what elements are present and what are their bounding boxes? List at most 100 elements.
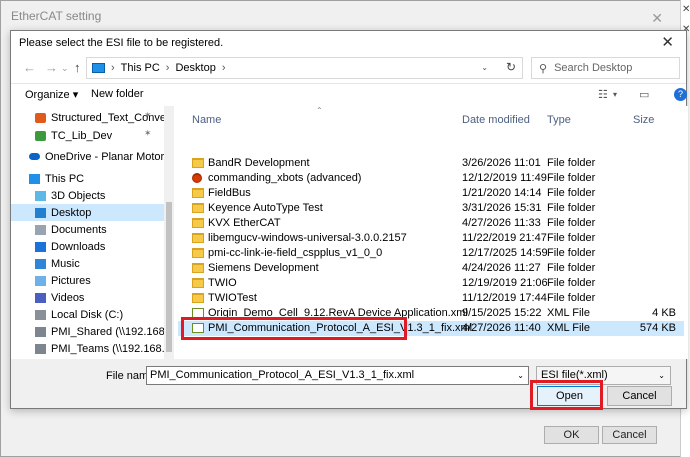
file-row[interactable]: FieldBus 1/21/2020 14:14 File folder <box>178 186 684 201</box>
ethercat-window-title: EtherCAT setting <box>11 9 102 23</box>
column-header-date[interactable]: Date modified <box>462 114 530 126</box>
file-name: TWIO <box>208 277 237 289</box>
address-bar[interactable]: › This PC › Desktop › ⌄ ↻ <box>86 57 523 79</box>
file-date: 11/22/2019 21:47 <box>462 232 547 244</box>
forward-arrow-icon[interactable]: → <box>45 60 58 75</box>
file-row[interactable]: BandR Development 3/26/2026 11:01 File fol… <box>178 156 684 171</box>
network-drive-icon <box>35 343 46 354</box>
address-row: ← → ⌄ ↑ › This PC › Desktop › ⌄ ↻ ⚲ Sear… <box>11 54 686 84</box>
ethercat-cancel-button[interactable]: Cancel <box>602 426 657 444</box>
file-date: 4/27/2026 11:40 <box>462 322 541 334</box>
file-type: File folder <box>547 217 596 229</box>
file-row[interactable]: Siemens Development 4/24/2026 11:27 File f… <box>178 261 684 276</box>
file-date: 1/21/2020 14:14 <box>462 187 542 199</box>
breadcrumb-this-pc[interactable]: This PC <box>121 62 160 74</box>
file-type: File folder <box>547 292 596 304</box>
open-file-dialog: Please select the ESI file to be registe… <box>10 30 688 410</box>
desktop-icon <box>35 207 46 218</box>
downloads-icon <box>35 241 46 252</box>
onedrive-icon <box>29 153 40 160</box>
file-row[interactable]: TWIO 12/19/2019 21:06 File folder <box>178 276 684 291</box>
pinned-app-icon <box>35 112 46 123</box>
column-header-size[interactable]: Size <box>633 114 654 126</box>
nav-item-pmi-shared[interactable]: PMI_Shared (\\192.168.1.65) <box>11 323 164 340</box>
refresh-icon[interactable]: ↻ <box>506 60 516 74</box>
organize-button[interactable]: Organize ▾ <box>25 88 78 101</box>
highlight-box-open-button <box>530 380 603 410</box>
nav-item-downloads[interactable]: Downloads <box>11 238 164 255</box>
nav-scrollbar-thumb[interactable] <box>166 202 172 352</box>
file-name: commanding_xbots (advanced) <box>208 172 362 184</box>
breadcrumb-desktop[interactable]: Desktop <box>175 62 215 74</box>
folder-icon <box>192 248 204 258</box>
column-header-type[interactable]: Type <box>547 114 571 126</box>
nav-item-pictures[interactable]: Pictures <box>11 272 164 289</box>
file-type: File folder <box>547 262 596 274</box>
file-type: File folder <box>547 187 596 199</box>
search-placeholder: Search Desktop <box>554 62 633 74</box>
ethercat-ok-button[interactable]: OK <box>544 426 599 444</box>
filename-input[interactable]: PMI_Communication_Protocol_A_ESI_V1.3_1_… <box>146 366 529 385</box>
help-icon[interactable]: ? <box>674 88 687 101</box>
search-icon: ⚲ <box>539 62 548 75</box>
up-arrow-icon[interactable]: ↑ <box>74 60 81 75</box>
file-date: 4/24/2026 11:27 <box>462 262 541 274</box>
network-drive-icon <box>35 326 46 337</box>
file-row[interactable]: TWIOTest 11/12/2019 17:44 File folder <box>178 291 684 306</box>
file-row[interactable]: pmi-cc-link-ie-field_cspplus_v1_0_0 12/17… <box>178 246 684 261</box>
pictures-icon <box>35 275 46 286</box>
close-icon[interactable]: ✕ <box>682 4 690 15</box>
new-folder-button[interactable]: New folder <box>91 88 144 100</box>
music-icon <box>35 258 46 269</box>
address-dropdown-icon[interactable]: ⌄ <box>481 63 488 72</box>
file-type: File folder <box>547 157 596 169</box>
file-name: libemgucv-windows-universal-3.0.0.2157 <box>208 232 407 244</box>
file-type: File folder <box>547 277 596 289</box>
nav-item-structured-text[interactable]: Structured_Text_Convers <box>11 109 164 126</box>
column-header-name[interactable]: Name <box>192 114 221 126</box>
preview-pane-icon[interactable]: ▭ <box>639 88 649 101</box>
ethercat-close-icon[interactable]: ✕ <box>651 10 663 27</box>
nav-item-videos[interactable]: Videos <box>11 289 164 306</box>
file-date: 9/15/2025 15:22 <box>462 307 542 319</box>
videos-icon <box>35 292 46 303</box>
file-list: ⌃ Name Date modified Type Size BandR Dev… <box>174 106 688 359</box>
folder-icon <box>192 203 204 213</box>
nav-item-music[interactable]: Music <box>11 255 164 272</box>
recent-dropdown-icon[interactable]: ⌄ <box>61 63 69 74</box>
nav-item-tc-lib-dev[interactable]: TC_Lib_Dev <box>11 127 164 144</box>
cancel-button[interactable]: Cancel <box>607 386 672 406</box>
nav-item-onedrive[interactable]: OneDrive - Planar Motor Inc <box>11 148 164 165</box>
back-arrow-icon[interactable]: ← <box>23 60 36 75</box>
view-options-icon[interactable]: ☷ <box>598 88 608 101</box>
file-name: TWIOTest <box>208 292 257 304</box>
filename-dropdown-icon[interactable]: ⌄ <box>517 367 524 384</box>
nav-item-this-pc[interactable]: This PC <box>11 170 164 187</box>
filetype-dropdown-icon: ⌄ <box>658 371 665 380</box>
nav-item-pmi-teams[interactable]: PMI_Teams (\\192.168.1.65) <box>11 340 164 357</box>
nav-item-documents[interactable]: Documents <box>11 221 164 238</box>
folder-icon <box>192 263 204 273</box>
this-pc-icon <box>92 63 105 73</box>
folder-icon <box>192 233 204 243</box>
file-date: 12/19/2019 21:06 <box>462 277 548 289</box>
dialog-close-icon[interactable]: ✕ <box>661 33 674 51</box>
view-dropdown-icon[interactable]: ▾ <box>613 90 617 99</box>
file-size: 4 KB <box>652 307 676 319</box>
file-type: XML File <box>547 322 590 334</box>
file-name: FieldBus <box>208 187 251 199</box>
file-row[interactable]: Keyence AutoType Test 3/31/2026 15:31 File… <box>178 201 684 216</box>
nav-item-local-disk[interactable]: Local Disk (C:) <box>11 306 164 323</box>
search-input[interactable]: ⚲ Search Desktop <box>531 57 680 79</box>
nav-item-3d-objects[interactable]: 3D Objects <box>11 187 164 204</box>
file-row[interactable]: libemgucv-windows-universal-3.0.0.2157 11… <box>178 231 684 246</box>
folder-icon <box>192 278 204 288</box>
nav-scrollbar[interactable] <box>164 106 174 359</box>
file-date: 4/27/2026 11:33 <box>462 217 541 229</box>
file-row[interactable]: KVX EtherCAT 4/27/2026 11:33 File folder <box>178 216 684 231</box>
file-name: KVX EtherCAT <box>208 217 281 229</box>
nav-item-desktop[interactable]: Desktop <box>11 204 164 221</box>
sort-ascending-icon: ⌃ <box>316 106 323 115</box>
file-row[interactable]: commanding_xbots (advanced) 12/12/2019 11… <box>178 171 684 186</box>
folder-icon <box>192 218 204 228</box>
